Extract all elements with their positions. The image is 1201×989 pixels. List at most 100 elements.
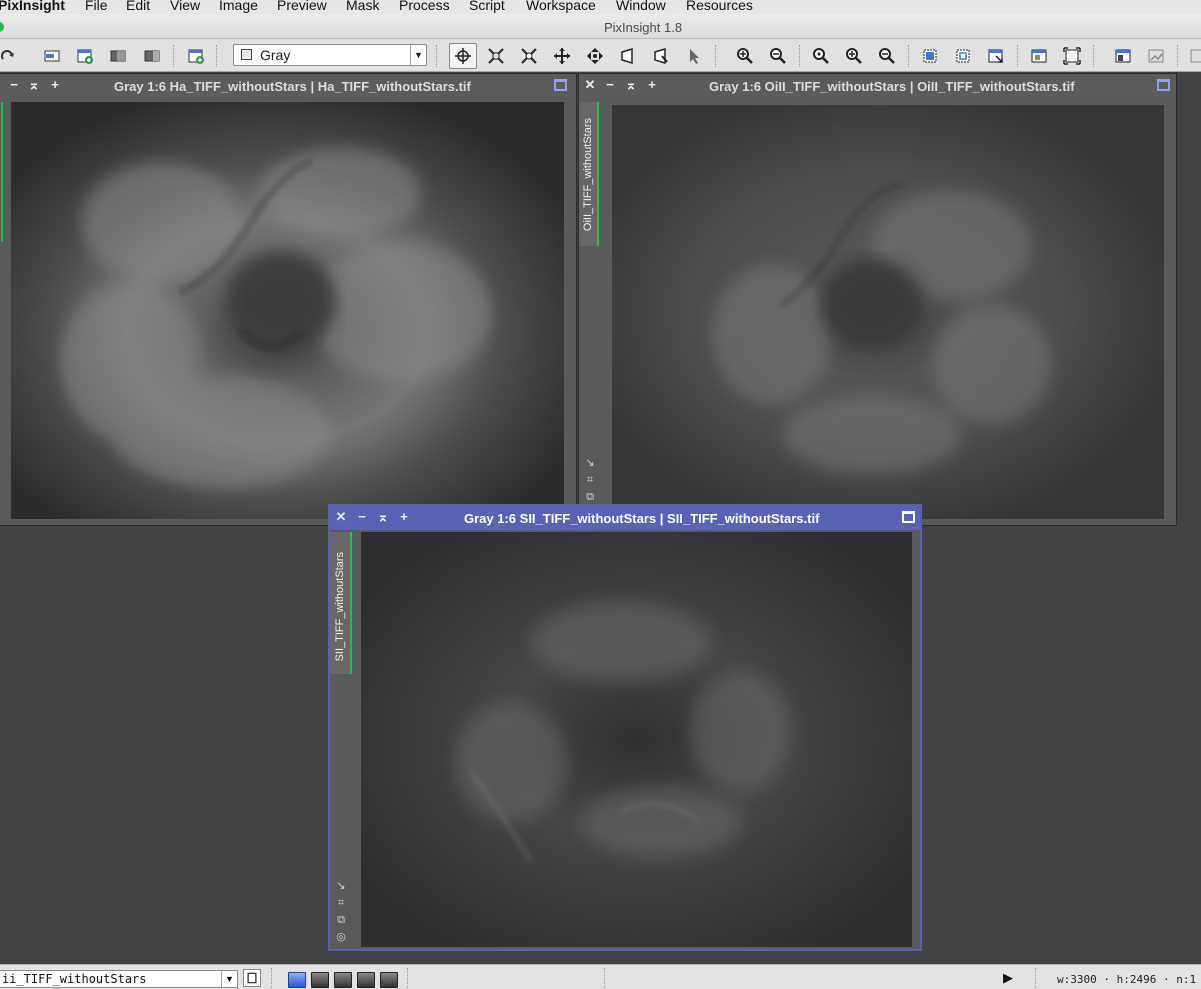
image-window-sii[interactable]: ✕ − ⌅ + Gray 1:6 SII_TIFF_withoutStars |… — [328, 504, 922, 951]
new-preview-icon[interactable] — [920, 46, 940, 66]
edit-preview-icon[interactable] — [953, 46, 973, 66]
duplicate-icon[interactable] — [75, 46, 95, 66]
expand-button[interactable]: + — [48, 77, 62, 93]
zoom-in-icon[interactable] — [735, 46, 755, 66]
zoom-fit-icon[interactable] — [519, 46, 539, 66]
app-titlebar: PixInsight 1.8 — [0, 14, 1201, 39]
menu-workspace[interactable]: Workspace — [526, 0, 596, 13]
fit-view-icon[interactable] — [486, 46, 506, 66]
menu-window[interactable]: Window — [616, 0, 666, 13]
close-image-icon[interactable] — [108, 46, 128, 66]
redo-icon[interactable] — [0, 46, 18, 66]
window-header-oiii[interactable]: ✕ − ⌅ + Gray 1:6 OiII_TIFF_withoutStars … — [579, 74, 1176, 98]
new-image-icon[interactable] — [42, 46, 62, 66]
resize-icon[interactable]: ↘ — [335, 880, 347, 892]
nebula-image-oiii — [612, 105, 1164, 519]
play-icon[interactable]: ▶ — [1003, 970, 1013, 986]
main-toolbar — [0, 39, 1201, 72]
collapse-button[interactable]: ⌅ — [27, 77, 41, 93]
view-tab-oiii[interactable]: OiII_TIFF_withoutStars — [579, 102, 599, 246]
pan-mode-icon[interactable] — [552, 46, 572, 66]
mask-mode-blue-icon[interactable] — [288, 972, 306, 988]
nebula-image-sii — [361, 532, 912, 947]
view-selector-value: ii_TIFF_withoutStars — [2, 972, 147, 986]
menu-image[interactable]: Image — [219, 0, 258, 13]
target-icon[interactable]: ◎ — [335, 931, 347, 943]
stf-auto-icon[interactable] — [1146, 46, 1166, 66]
menu-mask[interactable]: Mask — [346, 0, 379, 13]
preview-mode-icon[interactable] — [651, 46, 671, 66]
expand-button[interactable]: + — [397, 509, 411, 525]
channel-select-value: Gray — [260, 47, 291, 63]
mask-mode-icon[interactable] — [357, 972, 375, 988]
view-selector[interactable]: ii_TIFF_withoutStars ▼ — [0, 970, 238, 988]
menu-view[interactable]: View — [170, 0, 200, 13]
mask-window-icon[interactable] — [1029, 46, 1049, 66]
menu-preview[interactable]: Preview — [277, 0, 327, 13]
mask-mode-icon[interactable] — [380, 972, 398, 988]
resize-icon[interactable]: ↘ — [584, 457, 596, 469]
window-header-sii[interactable]: ✕ − ⌅ + Gray 1:6 SII_TIFF_withoutStars |… — [330, 506, 920, 530]
fit-icon[interactable]: ⌗ — [584, 474, 596, 486]
shade-button[interactable]: − — [7, 77, 21, 93]
maximize-button[interactable] — [902, 511, 915, 523]
close-all-icon[interactable] — [142, 46, 162, 66]
shade-button[interactable]: − — [603, 77, 617, 93]
new-window-icon[interactable] — [186, 46, 206, 66]
view-indicator — [597, 102, 599, 246]
expand-button[interactable]: + — [645, 77, 659, 93]
menu-edit[interactable]: Edit — [126, 0, 150, 13]
zoom-out-icon[interactable] — [768, 46, 788, 66]
menu-process[interactable]: Process — [399, 0, 450, 13]
window-title-sii: Gray 1:6 SII_TIFF_withoutStars | SII_TIF… — [464, 511, 820, 526]
readout-mode-icon[interactable] — [449, 43, 477, 69]
image-canvas-sii[interactable] — [361, 532, 912, 947]
pointer-icon[interactable] — [684, 46, 704, 66]
window-title-oiii: Gray 1:6 OiII_TIFF_withoutStars | OiII_T… — [709, 79, 1075, 94]
fit-icon[interactable]: ⌗ — [335, 897, 347, 909]
channel-swatch-icon — [241, 49, 252, 60]
nebula-image-ha — [11, 102, 564, 519]
chevron-down-icon[interactable]: ▼ — [221, 971, 237, 987]
crop-icon[interactable] — [618, 46, 638, 66]
close-icon[interactable]: ✕ — [583, 77, 597, 93]
zoom-out-alt-icon[interactable] — [877, 46, 897, 66]
view-tab-sii[interactable]: SII_TIFF_withoutStars — [330, 532, 352, 674]
zoom-in-alt-icon[interactable] — [844, 46, 864, 66]
view-tab-label: OiII_TIFF_withoutStars — [582, 118, 594, 232]
image-canvas-oiii[interactable] — [612, 105, 1164, 519]
mask-mode-icon[interactable] — [311, 972, 329, 988]
collapse-button[interactable]: ⌅ — [376, 509, 390, 525]
menu-resources[interactable]: Resources — [686, 0, 753, 13]
fit-window-icon[interactable] — [1062, 46, 1082, 66]
clone-icon[interactable]: ⧉ — [335, 914, 347, 926]
menu-bar: PixInsight File Edit View Image Preview … — [0, 0, 1201, 14]
image-canvas-ha[interactable] — [11, 102, 564, 519]
menu-file[interactable]: File — [85, 0, 108, 13]
image-window-ha[interactable]: − ⌅ + Gray 1:6 Ha_TIFF_withoutStars | Ha… — [0, 73, 577, 526]
view-tab-label: SII_TIFF_withoutStars — [334, 552, 346, 662]
extra-tool-icon[interactable] — [1188, 46, 1201, 66]
mask-mode-icon[interactable] — [334, 972, 352, 988]
image-window-oiii[interactable]: ✕ − ⌅ + Gray 1:6 OiII_TIFF_withoutStars … — [578, 73, 1177, 526]
maximize-button[interactable] — [554, 79, 567, 91]
chevron-down-icon[interactable]: ▼ — [410, 45, 426, 65]
shade-button[interactable]: − — [355, 509, 369, 525]
app-title: PixInsight 1.8 — [604, 20, 683, 35]
view-indicator — [350, 532, 352, 674]
channel-select[interactable]: Gray ▼ — [233, 44, 427, 66]
close-icon[interactable]: ✕ — [334, 509, 348, 525]
image-readout: w:3300 · h:2496 · n:1 — [1057, 973, 1197, 986]
window-header-ha[interactable]: − ⌅ + Gray 1:6 Ha_TIFF_withoutStars | Ha… — [0, 74, 576, 98]
move-icon[interactable] — [585, 46, 605, 66]
collapse-button[interactable]: ⌅ — [624, 77, 638, 93]
maximize-button[interactable] — [1157, 79, 1170, 91]
preview-export-icon[interactable] — [986, 46, 1006, 66]
menu-app-name[interactable]: PixInsight — [0, 0, 65, 13]
stf-icon[interactable] — [1113, 46, 1133, 66]
zoom-1to1-icon[interactable] — [811, 46, 831, 66]
clone-icon[interactable]: ⧉ — [584, 491, 596, 503]
menu-script[interactable]: Script — [469, 0, 505, 13]
view-options-icon[interactable] — [243, 969, 261, 987]
status-bar: ii_TIFF_withoutStars ▼ ▶ w:3300 · h:2496… — [0, 964, 1201, 989]
